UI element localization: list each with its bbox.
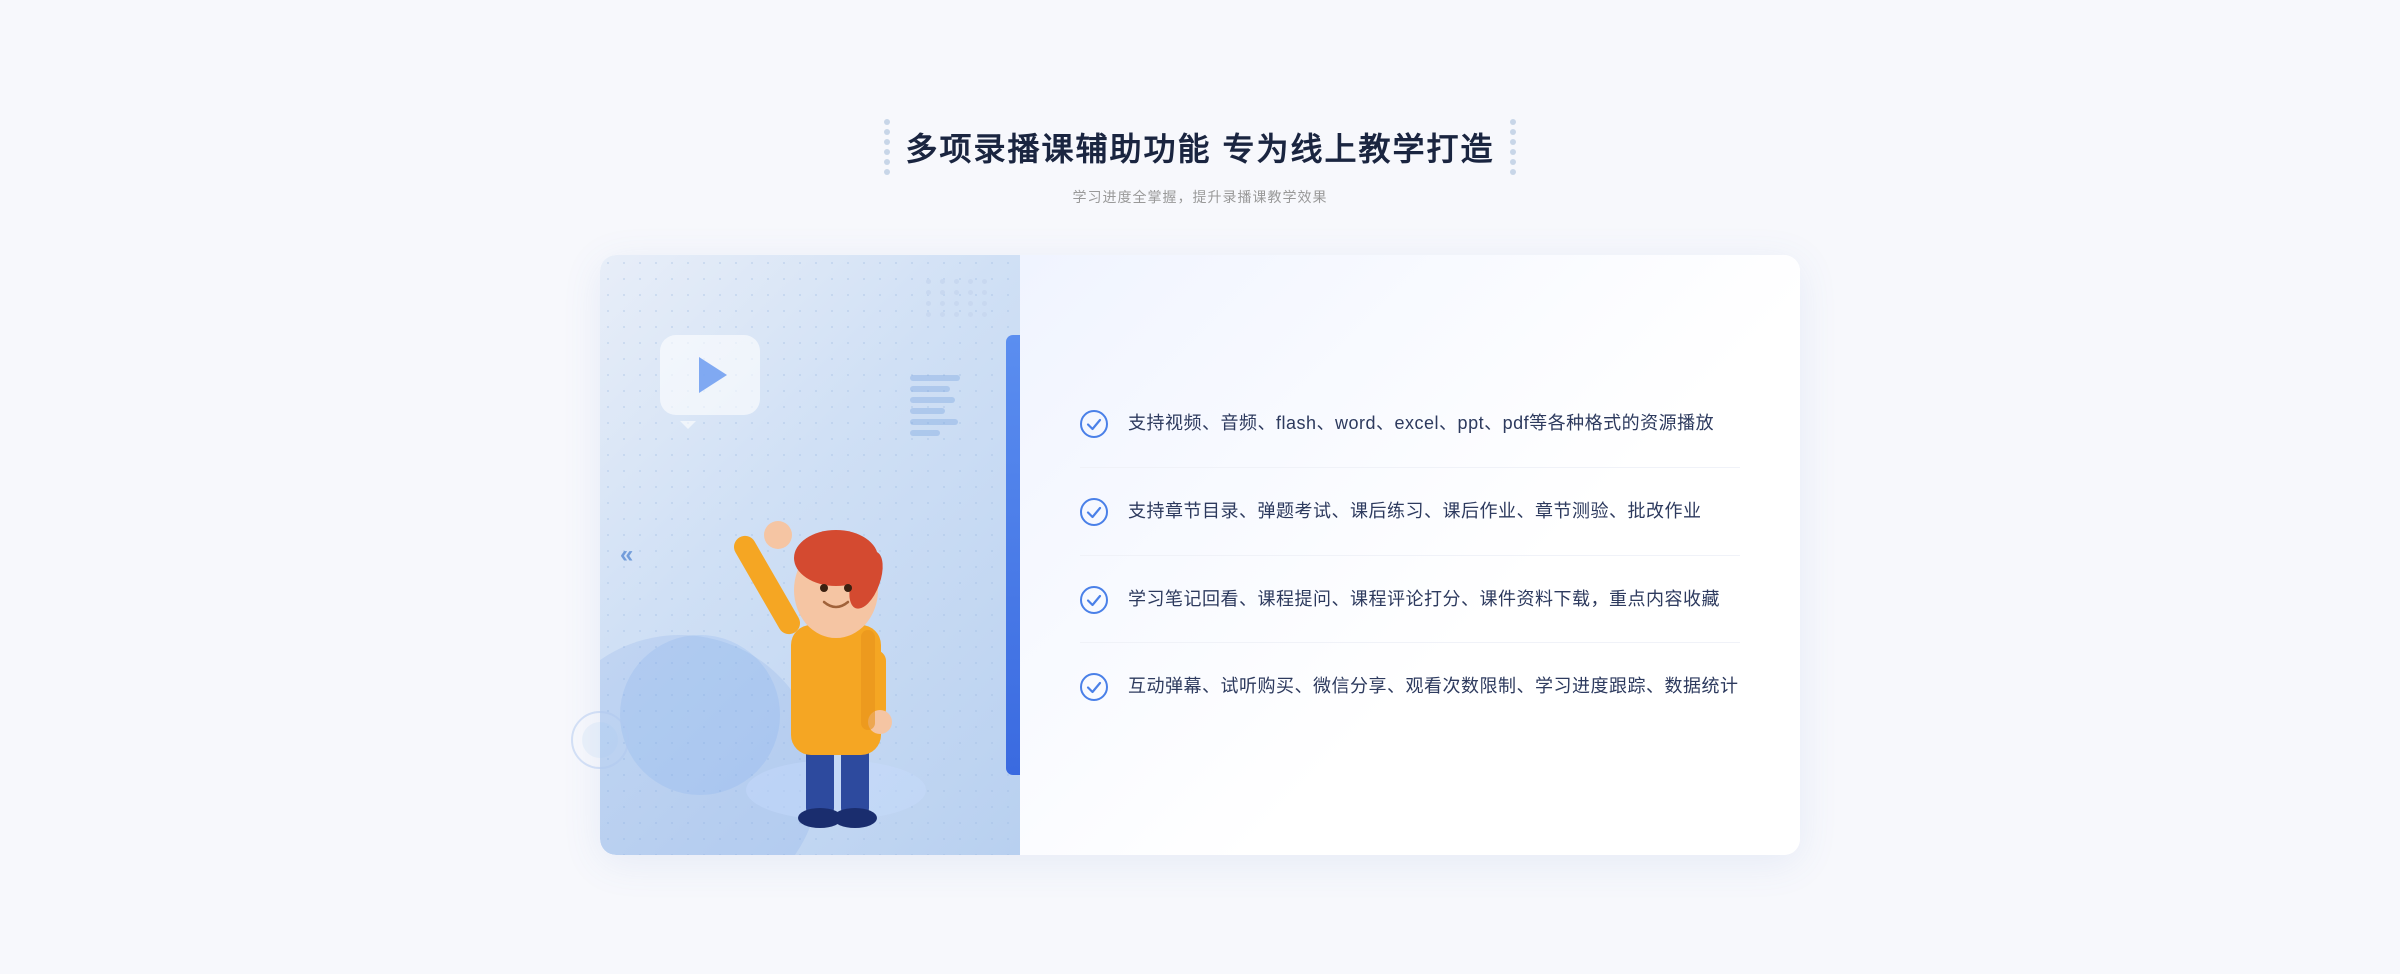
feature-text-1: 支持视频、音频、flash、word、excel、ppt、pdf等各种格式的资源…	[1128, 408, 1714, 439]
content-area: «	[600, 255, 1800, 855]
section-subtitle: 学习进度全掌握，提升录播课教学效果	[600, 187, 1800, 207]
outer-circle-left	[570, 710, 630, 775]
play-bubble	[660, 335, 760, 415]
title-row: 多项录播课辅助功能 专为线上教学打造	[600, 119, 1800, 175]
chevron-left-icon: «	[620, 541, 633, 569]
play-triangle-icon	[699, 357, 727, 393]
page-wrapper: 多项录播课辅助功能 专为线上教学打造 学习进度全掌握，提升录播课教学效果 «	[600, 119, 1800, 855]
illustration-panel: «	[600, 255, 1020, 855]
feature-item-3: 学习笔记回看、课程提问、课程评论打分、课件资料下载，重点内容收藏	[1080, 556, 1740, 644]
dot-grid-decoration	[926, 279, 990, 317]
feature-item-1: 支持视频、音频、flash、word、excel、ppt、pdf等各种格式的资源…	[1080, 380, 1740, 468]
feature-text-4: 互动弹幕、试听购买、微信分享、观看次数限制、学习进度跟踪、数据统计	[1128, 671, 1739, 702]
check-icon-4	[1080, 673, 1108, 701]
check-icon-1	[1080, 410, 1108, 438]
content-outer: «	[600, 255, 1800, 855]
section-header: 多项录播课辅助功能 专为线上教学打造 学习进度全掌握，提升录播课教学效果	[600, 119, 1800, 207]
features-panel: 支持视频、音频、flash、word、excel、ppt、pdf等各种格式的资源…	[1020, 255, 1800, 855]
section-title: 多项录播课辅助功能 专为线上教学打造	[906, 124, 1495, 170]
check-icon-2	[1080, 498, 1108, 526]
blue-bar-decoration	[1006, 335, 1020, 775]
person-illustration	[706, 430, 966, 855]
feature-text-2: 支持章节目录、弹题考试、课后练习、课后作业、章节测验、批改作业	[1128, 496, 1702, 527]
feature-item-4: 互动弹幕、试听购买、微信分享、观看次数限制、学习进度跟踪、数据统计	[1080, 643, 1740, 730]
feature-text-3: 学习笔记回看、课程提问、课程评论打分、课件资料下载，重点内容收藏	[1128, 584, 1720, 615]
check-icon-3	[1080, 586, 1108, 614]
dots-left-icon	[884, 119, 890, 175]
dots-right-icon	[1510, 119, 1516, 175]
feature-item-2: 支持章节目录、弹题考试、课后练习、课后作业、章节测验、批改作业	[1080, 468, 1740, 556]
